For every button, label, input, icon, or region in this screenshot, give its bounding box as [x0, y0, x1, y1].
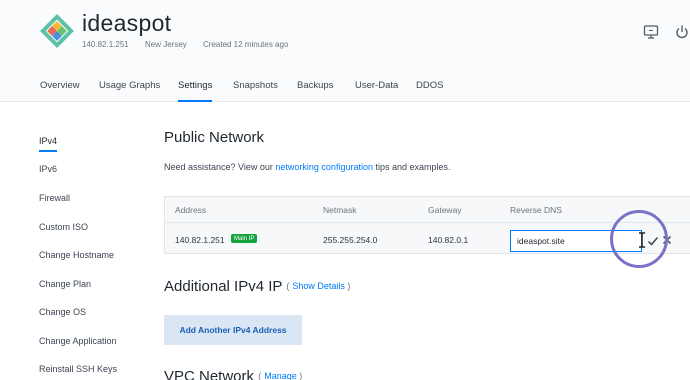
table-header: Address Netmask Gateway Reverse DNS — [165, 197, 690, 223]
sidebar-item-change-plan[interactable]: Change Plan — [39, 279, 91, 289]
server-created: Created 12 minutes ago — [203, 40, 289, 49]
sidebar-item-custom-iso[interactable]: Custom ISO — [39, 222, 88, 232]
row-netmask: 255.255.254.0 — [323, 235, 378, 245]
column-gateway: Gateway — [428, 205, 462, 215]
row-address: 140.82.1.251 — [175, 235, 225, 245]
additional-ipv4-title: Additional IPv4 IP (Show Details ) — [164, 278, 351, 295]
column-address: Address — [175, 205, 207, 215]
tab-snapshots[interactable]: Snapshots — [233, 80, 278, 91]
sidebar-item-change-os[interactable]: Change OS — [39, 307, 86, 317]
tab-overview[interactable]: Overview — [40, 80, 80, 91]
tab-user-data[interactable]: User-Data — [355, 80, 398, 91]
public-network-title: Public Network — [164, 129, 265, 146]
show-details-link[interactable]: Show Details — [292, 281, 345, 291]
settings-sidebar: IPv4 IPv6 Firewall Custom ISO Change Hos… — [0, 102, 150, 380]
assistance-suffix: tips and examples. — [372, 162, 451, 172]
sidebar-item-firewall[interactable]: Firewall — [39, 193, 70, 203]
server-location: New Jersey — [145, 40, 187, 49]
settings-tabs: Overview Usage Graphs Settings Snapshots… — [0, 76, 690, 102]
assistance-text: Need assistance? View our networking con… — [164, 162, 451, 172]
tab-backups[interactable]: Backups — [297, 80, 333, 91]
monitor-icon[interactable] — [643, 24, 659, 40]
column-reverse-dns: Reverse DNS — [510, 205, 562, 215]
add-ipv4-address-button[interactable]: Add Another IPv4 Address — [164, 315, 302, 345]
row-gateway: 140.82.0.1 — [428, 235, 469, 245]
tab-settings[interactable]: Settings — [178, 80, 213, 102]
server-ip: 140.82.1.251 — [82, 40, 129, 49]
sidebar-item-ipv6[interactable]: IPv6 — [39, 164, 57, 174]
sidebar-item-change-application[interactable]: Change Application — [39, 336, 117, 346]
column-netmask: Netmask — [323, 205, 357, 215]
main-ip-badge: Main IP — [231, 234, 258, 243]
vpc-network-title-text: VPC Network — [164, 368, 255, 380]
sidebar-item-change-hostname[interactable]: Change Hostname — [39, 250, 114, 260]
manage-link[interactable]: Manage — [264, 371, 297, 380]
highlight-circle — [610, 210, 668, 268]
ideaspot-logo-icon — [40, 14, 74, 48]
assistance-prefix: Need assistance? View our — [164, 162, 276, 172]
additional-ipv4-title-text: Additional IPv4 IP — [164, 278, 283, 295]
power-icon[interactable] — [674, 24, 690, 40]
tab-usage-graphs[interactable]: Usage Graphs — [99, 80, 160, 91]
sidebar-item-ipv4[interactable]: IPv4 — [39, 136, 58, 152]
networking-configuration-link[interactable]: networking configuration — [275, 162, 373, 172]
sidebar-item-reinstall-ssh-keys[interactable]: Reinstall SSH Keys — [39, 364, 117, 374]
tab-ddos[interactable]: DDOS — [416, 80, 443, 91]
server-name: ideaspot — [82, 10, 172, 36]
server-header: ideaspot 140.82.1.251 New Jersey Created… — [0, 0, 690, 102]
vpc-network-title: VPC Network (Manage ) — [164, 368, 302, 380]
